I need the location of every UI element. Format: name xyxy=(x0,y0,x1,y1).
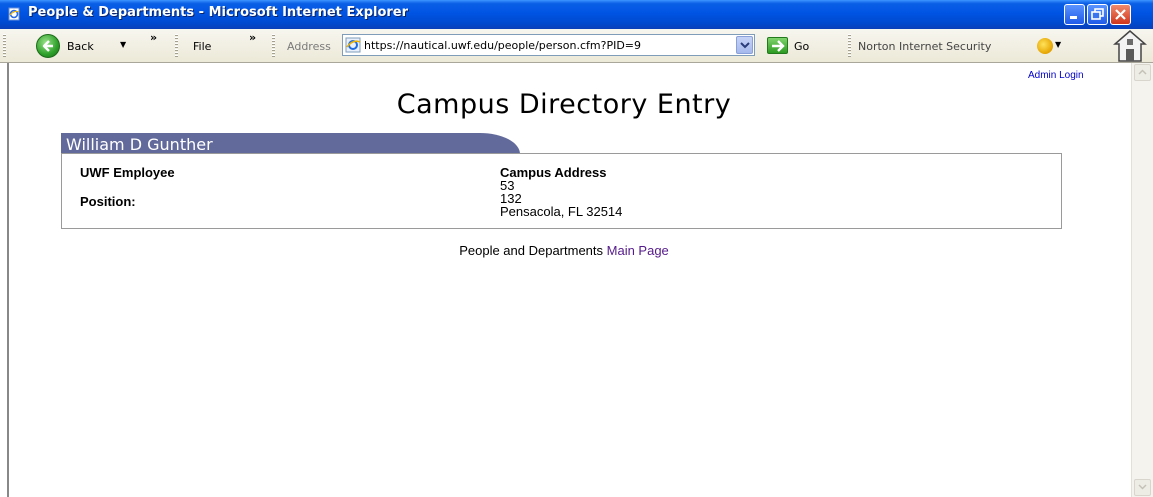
main-page-link[interactable]: Main Page xyxy=(607,243,669,258)
address-label: Address xyxy=(287,40,331,53)
person-name: William D Gunther xyxy=(66,135,213,154)
restore-button[interactable] xyxy=(1087,4,1108,25)
address-url[interactable]: https://nautical.uwf.edu/people/person.c… xyxy=(364,39,731,52)
minimize-button[interactable] xyxy=(1064,4,1085,25)
address-dropdown-button[interactable] xyxy=(736,36,753,54)
footer-nav: People and Departments Main Page xyxy=(0,243,1128,258)
restore-icon xyxy=(1091,8,1104,20)
person-info-box: UWF Employee Position: Campus Address 53… xyxy=(61,153,1062,229)
footer-text: People and Departments xyxy=(459,243,607,258)
scroll-down-button[interactable] xyxy=(1134,479,1151,496)
go-button[interactable]: Go xyxy=(767,36,817,56)
admin-login-link[interactable]: Admin Login xyxy=(1028,70,1084,81)
employee-type: UWF Employee xyxy=(80,165,175,180)
menu-chevron-icon[interactable]: » xyxy=(249,31,256,44)
back-dropdown-icon[interactable]: ▼ xyxy=(120,40,126,49)
page-title: Campus Directory Entry xyxy=(396,89,732,120)
page-content xyxy=(7,63,1131,497)
close-button[interactable] xyxy=(1110,4,1131,25)
address-bar[interactable]: https://nautical.uwf.edu/people/person.c… xyxy=(342,34,755,56)
back-label: Back xyxy=(67,40,94,53)
person-name-tab: William D Gunther xyxy=(61,133,520,154)
ie-page-icon xyxy=(8,7,20,21)
toolbar-grip[interactable] xyxy=(848,34,851,58)
scroll-up-button[interactable] xyxy=(1134,64,1151,81)
address-line-3: Pensacola, FL 32514 xyxy=(500,204,623,219)
chevron-up-icon xyxy=(1138,69,1147,75)
browser-toolbar: Back ▼ » File » Address https://nautical… xyxy=(0,29,1153,63)
go-label: Go xyxy=(794,40,810,53)
title-bar: People & Departments - Microsoft Interne… xyxy=(0,0,1153,29)
campus-address-label: Campus Address xyxy=(500,165,607,180)
file-menu[interactable]: File xyxy=(193,40,211,53)
toolbar-grip[interactable] xyxy=(272,34,275,58)
position-label: Position: xyxy=(80,194,136,209)
go-arrow-icon xyxy=(767,37,788,54)
toolbar-grip[interactable] xyxy=(3,34,6,58)
vertical-scrollbar[interactable] xyxy=(1131,63,1153,497)
window-title: People & Departments - Microsoft Interne… xyxy=(28,5,409,20)
back-arrow-icon xyxy=(36,34,60,58)
home-icon[interactable] xyxy=(1110,29,1150,63)
minimize-icon xyxy=(1070,16,1077,19)
toolbar-grip[interactable] xyxy=(175,34,178,58)
ie-logo-icon xyxy=(345,37,361,53)
chevron-down-icon xyxy=(1138,484,1147,490)
toolbar-chevron-icon[interactable]: » xyxy=(150,31,157,44)
back-button[interactable]: Back ▼ xyxy=(36,33,146,59)
norton-label[interactable]: Norton Internet Security xyxy=(858,40,991,53)
chevron-down-icon xyxy=(740,42,750,49)
norton-dropdown-icon[interactable]: ▼ xyxy=(1055,40,1061,49)
norton-icon[interactable] xyxy=(1037,38,1053,54)
close-icon xyxy=(1115,9,1126,20)
